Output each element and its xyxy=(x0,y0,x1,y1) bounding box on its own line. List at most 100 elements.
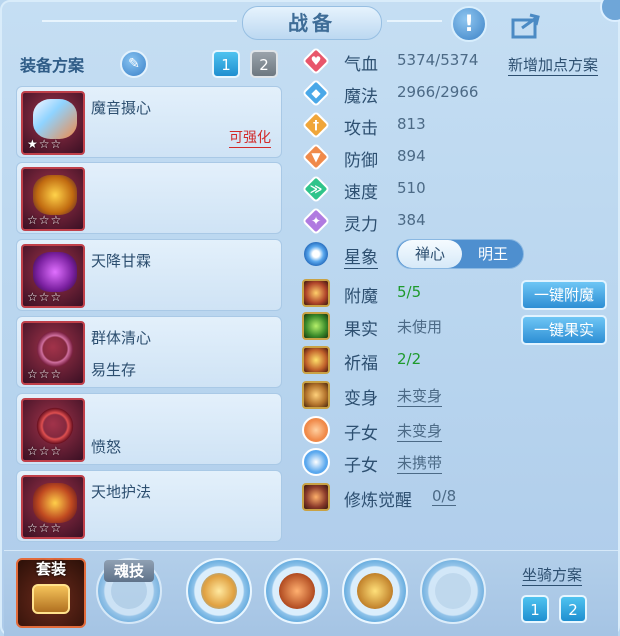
feature-value[interactable]: 0/8 xyxy=(432,487,457,506)
feature-name: 变身 xyxy=(344,389,378,409)
item-art-icon xyxy=(33,483,77,523)
equipment-name: 天降甘霖 xyxy=(91,252,152,270)
feature-row-cultivation: 修炼觉醒 0/8 xyxy=(302,483,614,513)
feature-row-transform: 变身 未变身 xyxy=(302,381,614,411)
feature-value[interactable]: 未变身 xyxy=(397,420,443,442)
header-divider-right xyxy=(387,20,442,22)
stat-value: 5374/5374 xyxy=(397,51,479,69)
star-rating: ☆☆☆ xyxy=(27,444,63,458)
item-art-icon xyxy=(33,99,77,139)
battle-prep-panel: 战备 ! 装备方案 ✎ 1 2 ★☆☆ 魔音摄心 可强化 ☆☆☆ ☆☆☆ 天降甘… xyxy=(0,0,620,636)
equipment-slot-4[interactable]: ☆☆☆ 群体清心 易生存 xyxy=(16,316,282,388)
equipment-slot-1[interactable]: ★☆☆ 魔音摄心 可强化 xyxy=(16,86,282,158)
stat-name: 防御 xyxy=(344,151,378,171)
heart-icon: ♥ xyxy=(301,46,331,76)
feature-value: 2/2 xyxy=(397,350,422,368)
skill-slot-2[interactable] xyxy=(264,558,330,624)
edit-scheme-button[interactable]: ✎ xyxy=(120,50,148,78)
header-divider-left xyxy=(42,20,237,22)
equipment-icon: ☆☆☆ xyxy=(21,321,85,385)
stat-value: 2966/2966 xyxy=(397,83,479,101)
stat-value: 510 xyxy=(397,179,426,197)
star-rating: ☆☆☆ xyxy=(27,213,63,227)
skill-slot-4[interactable] xyxy=(420,558,486,624)
feature-name: 修炼觉醒 xyxy=(344,491,412,511)
share-button[interactable] xyxy=(510,10,544,40)
enchant-icon xyxy=(302,279,330,307)
stat-row-speed: ≫ 速度 510 xyxy=(301,174,614,205)
star-sign-option-mingwang[interactable]: 明王 xyxy=(461,240,525,268)
sword-icon: † xyxy=(301,110,331,140)
page-title: 战备 xyxy=(242,6,382,40)
feature-row-child-1: 子女 未变身 xyxy=(302,416,614,446)
star-rating: ☆☆☆ xyxy=(27,521,63,535)
stat-name: 魔法 xyxy=(344,87,378,107)
skill-slot-3[interactable] xyxy=(342,558,408,624)
paw-icon xyxy=(302,448,330,476)
skill-icon xyxy=(279,573,315,609)
stat-name: 速度 xyxy=(344,183,378,203)
skill-icon xyxy=(357,573,393,609)
pencil-icon: ✎ xyxy=(128,56,140,72)
mana-icon: ◆ xyxy=(301,78,331,108)
soul-skill-tab[interactable]: 魂技 xyxy=(98,560,160,626)
stat-value: 894 xyxy=(397,147,426,165)
stat-value: 384 xyxy=(397,211,426,229)
equipment-slot-5[interactable]: ☆☆☆ 愤怒 xyxy=(16,393,282,465)
star-sign-option-chanxin[interactable]: 禅心 xyxy=(398,240,462,268)
equipment-icon: ☆☆☆ xyxy=(21,244,85,308)
scheme-button-2[interactable]: 2 xyxy=(250,50,278,78)
star-sign-label[interactable]: 星象 xyxy=(344,243,378,269)
skill-icon xyxy=(201,573,237,609)
equipment-icon: ☆☆☆ xyxy=(21,398,85,462)
close-corner-button[interactable] xyxy=(600,0,620,22)
feature-name: 子女 xyxy=(344,456,378,476)
equipment-icon: ☆☆☆ xyxy=(21,167,85,231)
star-rating: ☆☆☆ xyxy=(27,290,63,304)
feature-name: 附魔 xyxy=(344,287,378,307)
feature-value[interactable]: 未变身 xyxy=(397,385,443,407)
mount-scheme-button-1[interactable]: 1 xyxy=(521,595,549,623)
transform-icon xyxy=(302,381,330,409)
skill-slot-1[interactable] xyxy=(186,558,252,624)
chest-icon xyxy=(32,584,70,614)
help-button[interactable]: ! xyxy=(451,6,487,42)
stat-row-spirit: ✦ 灵力 384 xyxy=(301,206,614,237)
equipment-effect: 愤怒 xyxy=(91,438,122,456)
stat-name: 灵力 xyxy=(344,215,378,235)
blessing-icon xyxy=(302,346,330,374)
equipment-slot-3[interactable]: ☆☆☆ 天降甘霖 xyxy=(16,239,282,311)
stat-row-mp: ◆ 魔法 2966/2966 xyxy=(301,78,614,109)
add-point-scheme-link[interactable]: 新增加点方案 xyxy=(508,54,599,76)
mount-scheme-button-2[interactable]: 2 xyxy=(559,595,587,623)
item-art-icon xyxy=(33,175,77,215)
one-click-fruit-button[interactable]: 一键果实 xyxy=(521,315,607,345)
one-click-enchant-button[interactable]: 一键附魔 xyxy=(521,280,607,310)
shield-icon: ▼ xyxy=(301,142,331,172)
equipment-scheme-header: 装备方案 ✎ 1 2 xyxy=(18,50,288,80)
star-rating: ☆☆☆ xyxy=(27,367,63,381)
spirit-icon: ✦ xyxy=(301,206,331,236)
stat-value: 813 xyxy=(397,115,426,133)
upgrade-link[interactable]: 可强化 xyxy=(229,127,271,148)
equipment-icon: ★☆☆ xyxy=(21,91,85,155)
speed-icon: ≫ xyxy=(301,174,331,204)
soul-skill-label: 魂技 xyxy=(104,560,154,582)
feature-name: 祈福 xyxy=(344,354,378,374)
set-label: 套装 xyxy=(35,560,66,578)
equipment-slot-6[interactable]: ☆☆☆ 天地护法 xyxy=(16,470,282,542)
equipment-set-button[interactable]: 套装 xyxy=(16,558,86,628)
share-icon xyxy=(511,13,540,39)
stat-name: 攻击 xyxy=(344,119,378,139)
equipment-slot-2[interactable]: ☆☆☆ xyxy=(16,162,282,234)
stat-row-defense: ▼ 防御 894 xyxy=(301,142,614,173)
scheme-button-1[interactable]: 1 xyxy=(212,50,240,78)
equipment-icon: ☆☆☆ xyxy=(21,475,85,539)
stat-row-attack: † 攻击 813 xyxy=(301,110,614,141)
feature-value: 5/5 xyxy=(397,283,422,301)
feature-value[interactable]: 未携带 xyxy=(397,452,443,474)
mount-scheme-label: 坐骑方案 xyxy=(522,566,583,586)
star-sign-toggle[interactable]: 禅心 明王 xyxy=(396,239,524,269)
feature-row-child-2: 子女 未携带 xyxy=(302,448,614,478)
item-art-icon xyxy=(33,252,77,292)
